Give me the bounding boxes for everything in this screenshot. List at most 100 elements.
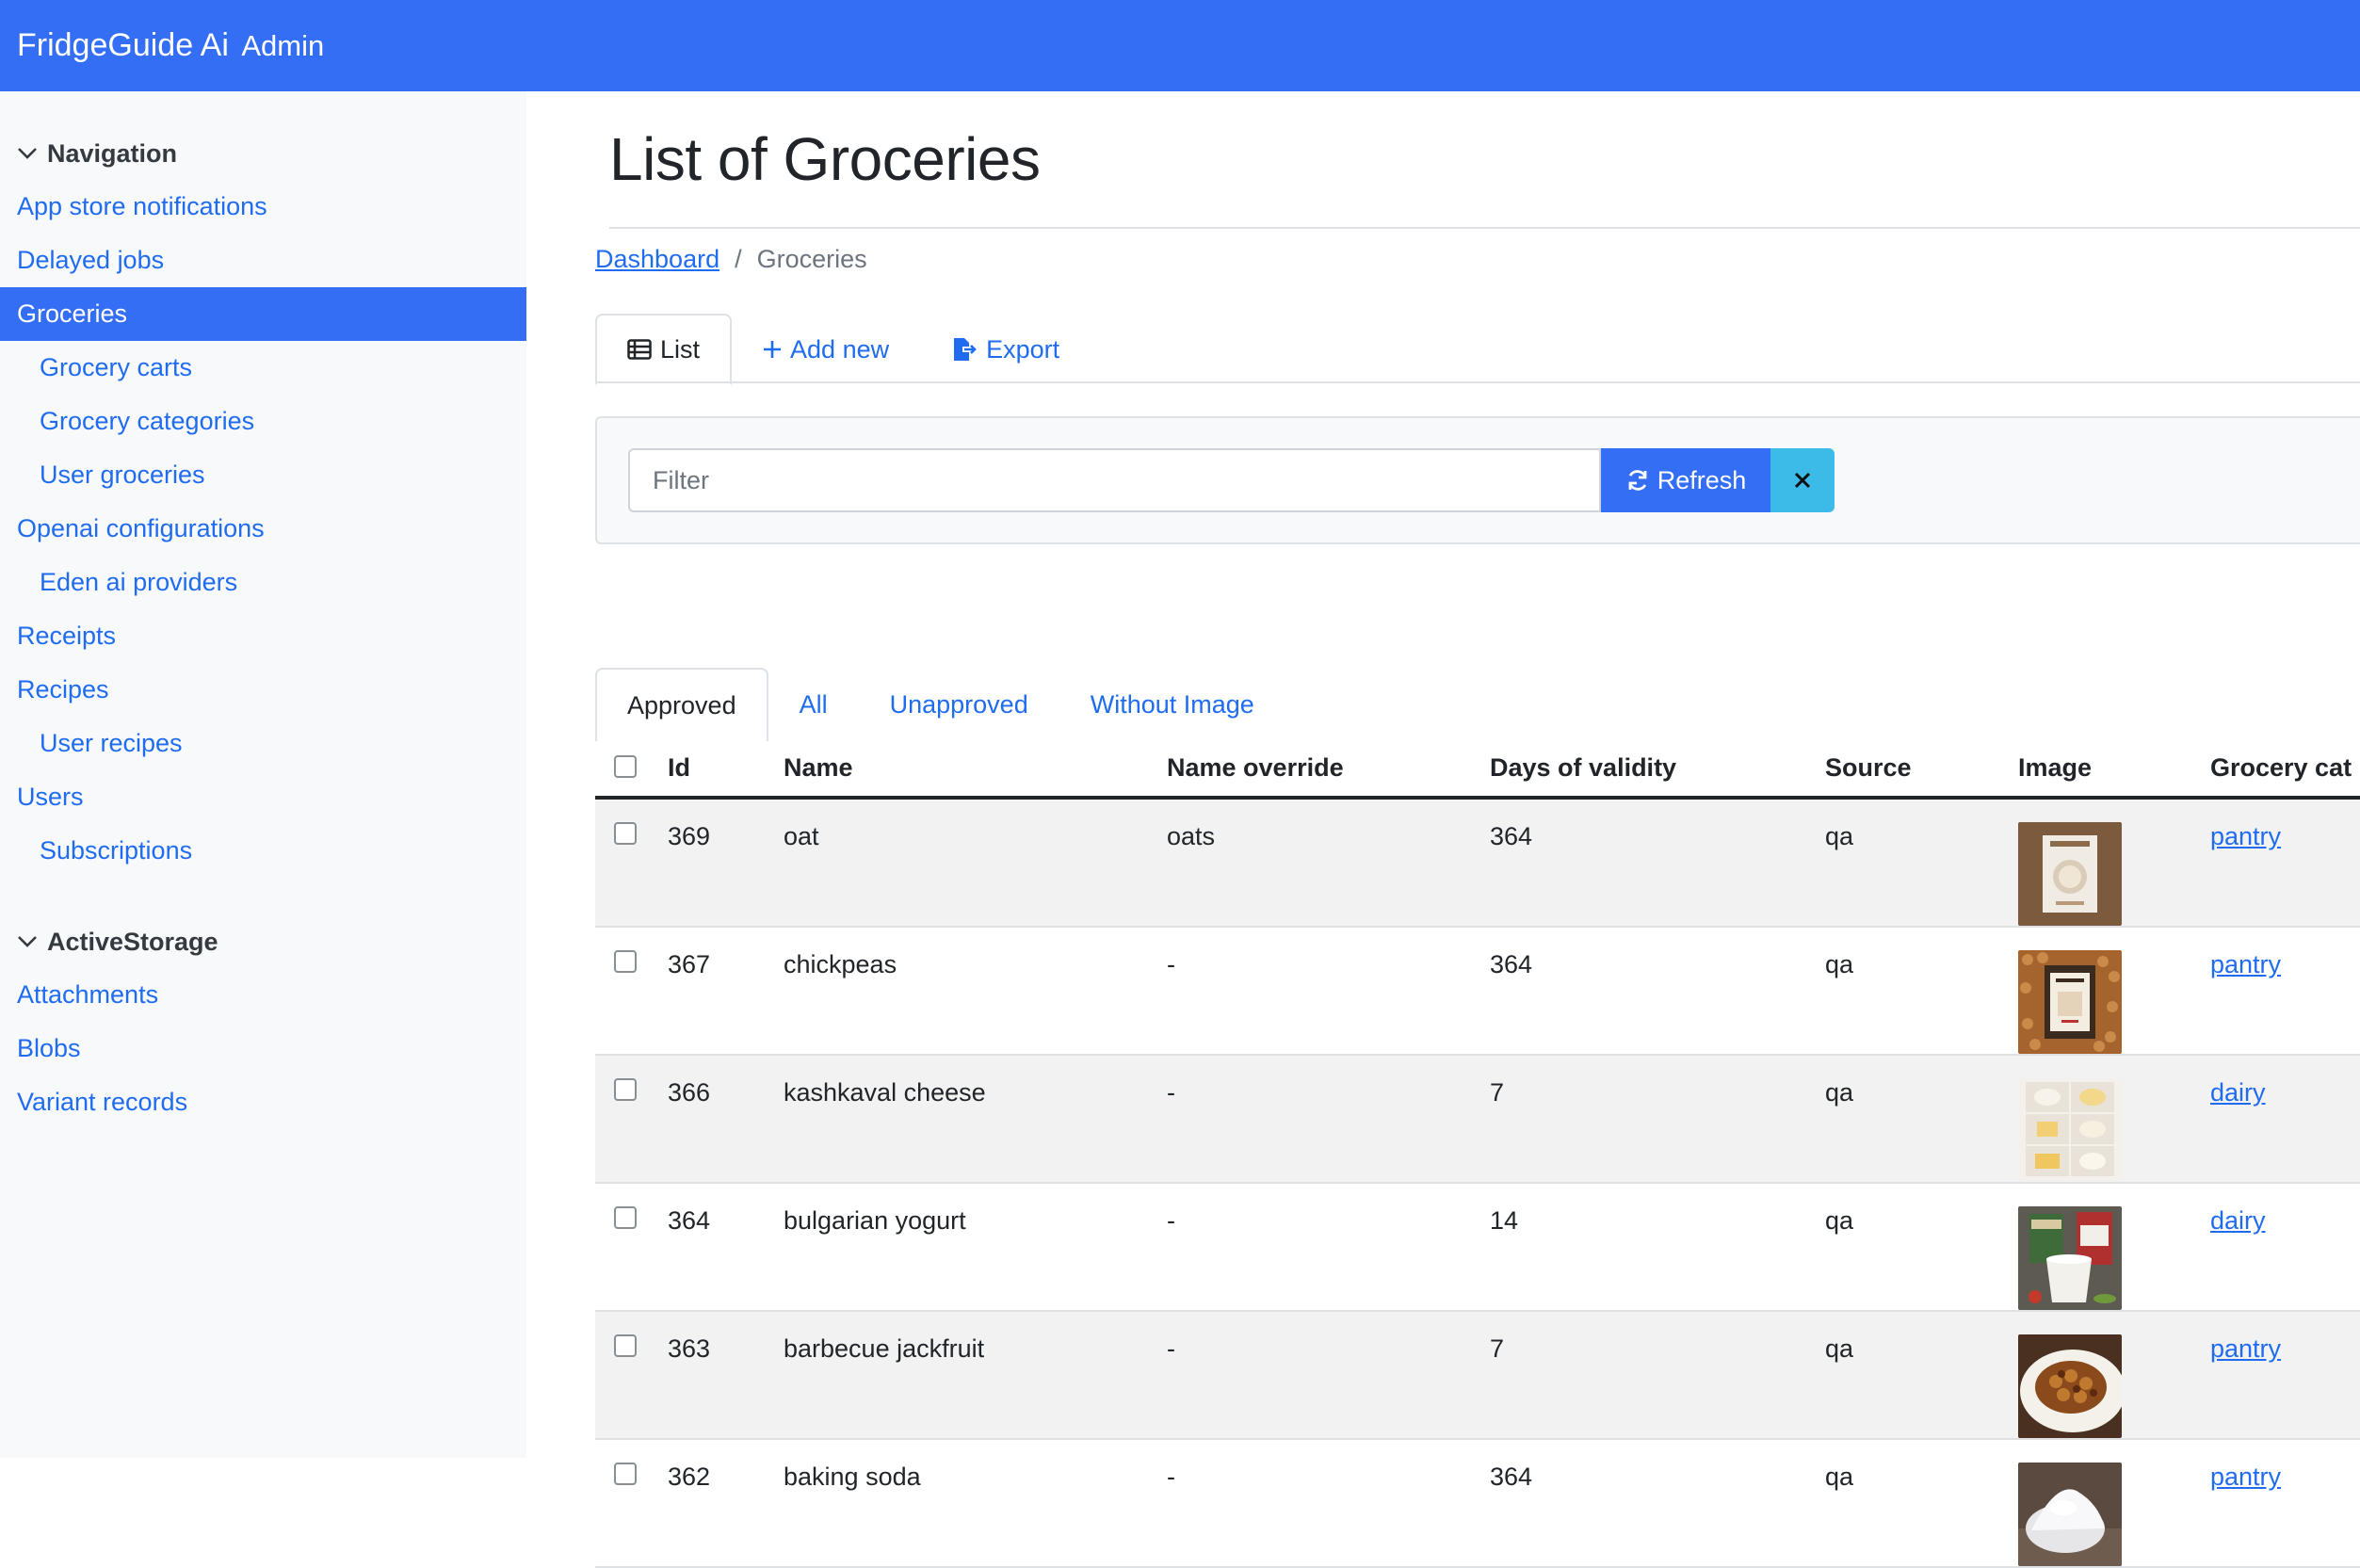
row-checkbox[interactable]	[614, 1463, 637, 1485]
yogurt-cups-thumbnail	[2018, 1206, 2122, 1310]
refresh-icon	[1628, 470, 1647, 491]
brand-link[interactable]: FridgeGuide Ai Admin	[17, 27, 324, 64]
category-link[interactable]: dairy	[2210, 1078, 2266, 1107]
cell-image	[2018, 1183, 2210, 1312]
clear-filter-button[interactable]	[1770, 448, 1835, 512]
category-link[interactable]: pantry	[2210, 1334, 2281, 1363]
table-row: 363 barbecue jackfruit - 7 qa pantry	[595, 1311, 2360, 1440]
cell-days: 364	[1490, 798, 1825, 928]
sidebar-item-variant-records[interactable]: Variant records	[0, 1075, 526, 1129]
tab-add-new[interactable]: Add new	[732, 314, 920, 385]
cell-category: pantry	[2210, 798, 2360, 928]
file-export-icon	[954, 338, 977, 361]
chevron-down-icon	[18, 148, 37, 159]
cell-name: oat	[784, 798, 1167, 928]
section-toggle-navigation[interactable]: Navigation	[0, 127, 526, 180]
sidebar-item-users[interactable]: Users	[0, 770, 526, 824]
cell-name: kashkaval cheese	[784, 1055, 1167, 1184]
cell-source: qa	[1825, 1311, 2018, 1440]
sidebar-section-activestorage: ActiveStorage Attachments Blobs Variant …	[0, 915, 526, 1129]
cell-category: pantry	[2210, 927, 2360, 1056]
row-checkbox[interactable]	[614, 1334, 637, 1357]
column-header-name[interactable]: Name	[784, 739, 1167, 800]
cell-image	[2018, 1311, 2210, 1440]
column-header-grocery-category[interactable]: Grocery cat	[2210, 739, 2360, 800]
table-header-row: Id Name Name override Days of validity S…	[595, 739, 2360, 800]
sidebar-item-subscriptions[interactable]: Subscriptions	[0, 824, 526, 878]
scope-tabs: Approved All Unapproved Without Image	[595, 668, 2360, 741]
filter-input[interactable]	[628, 448, 1601, 512]
tab-unapproved[interactable]: Unapproved	[859, 668, 1059, 741]
sidebar-item-user-groceries[interactable]: User groceries	[0, 448, 526, 502]
tab-export[interactable]: Export	[920, 314, 1091, 385]
cell-name-override: -	[1167, 1183, 1490, 1312]
table-row: 367 chickpeas - 364 qa pantry	[595, 927, 2360, 1056]
cell-name: chickpeas	[784, 927, 1167, 1056]
table-row: 362 baking soda - 364 qa pantry	[595, 1439, 2360, 1568]
cell-category: dairy	[2210, 1055, 2360, 1184]
main-content: List of Groceries Dashboard / Groceries …	[595, 91, 2360, 1568]
select-all-checkbox[interactable]	[614, 754, 637, 778]
cell-days: 364	[1490, 927, 1825, 1056]
sidebar-item-recipes[interactable]: Recipes	[0, 663, 526, 717]
cell-source: qa	[1825, 1183, 2018, 1312]
sidebar-item-blobs[interactable]: Blobs	[0, 1022, 526, 1075]
chickpeas-package-thumbnail	[2018, 950, 2122, 1054]
sidebar-item-attachments[interactable]: Attachments	[0, 968, 526, 1022]
page-title: List of Groceries	[609, 125, 1041, 193]
table-row: 366 kashkaval cheese - 7 qa dairy	[595, 1055, 2360, 1184]
cell-source: qa	[1825, 798, 2018, 928]
section-title: Navigation	[47, 138, 178, 168]
category-link[interactable]: pantry	[2210, 1463, 2281, 1491]
sidebar-item-groceries[interactable]: Groceries	[0, 287, 526, 341]
row-checkbox[interactable]	[614, 1078, 637, 1101]
cell-source: qa	[1825, 927, 2018, 1056]
baking-soda-thumbnail	[2018, 1463, 2122, 1566]
cell-id: 363	[668, 1311, 784, 1440]
select-all-cell	[595, 739, 668, 800]
top-navbar: FridgeGuide Ai Admin	[0, 0, 2360, 91]
plus-icon	[764, 341, 782, 358]
sidebar-item-delayed-jobs[interactable]: Delayed jobs	[0, 234, 526, 287]
breadcrumb: Dashboard / Groceries	[595, 245, 867, 274]
tab-approved[interactable]: Approved	[595, 668, 768, 741]
tab-without-image[interactable]: Without Image	[1059, 668, 1285, 741]
row-checkbox[interactable]	[614, 950, 637, 973]
sidebar-item-app-store-notifications[interactable]: App store notifications	[0, 180, 526, 234]
groceries-table: Id Name Name override Days of validity S…	[595, 739, 2360, 1568]
sidebar-section-navigation: Navigation App store notifications Delay…	[0, 127, 526, 878]
oats-package-thumbnail	[2018, 822, 2122, 926]
breadcrumb-dashboard-link[interactable]: Dashboard	[595, 245, 719, 274]
cell-days: 7	[1490, 1311, 1825, 1440]
row-checkbox[interactable]	[614, 822, 637, 845]
sidebar-item-receipts[interactable]: Receipts	[0, 609, 526, 663]
sidebar-item-grocery-categories[interactable]: Grocery categories	[0, 395, 526, 448]
sidebar-item-user-recipes[interactable]: User recipes	[0, 717, 526, 770]
category-link[interactable]: pantry	[2210, 950, 2281, 978]
table-list-icon	[627, 339, 652, 360]
section-title: ActiveStorage	[47, 927, 218, 956]
column-header-id[interactable]: Id	[668, 739, 784, 800]
row-checkbox[interactable]	[614, 1206, 637, 1229]
column-header-days-of-validity[interactable]: Days of validity	[1490, 739, 1825, 800]
cell-image	[2018, 927, 2210, 1056]
cell-image	[2018, 1055, 2210, 1184]
tab-list[interactable]: List	[595, 314, 733, 385]
column-header-name-override[interactable]: Name override	[1167, 739, 1490, 800]
cheese-grid-thumbnail	[2018, 1078, 2122, 1182]
cell-id: 366	[668, 1055, 784, 1184]
sidebar-item-openai-configurations[interactable]: Openai configurations	[0, 502, 526, 556]
sidebar-item-grocery-carts[interactable]: Grocery carts	[0, 341, 526, 395]
cell-days: 14	[1490, 1183, 1825, 1312]
breadcrumb-separator: /	[735, 245, 742, 273]
tab-all[interactable]: All	[768, 668, 859, 741]
refresh-button[interactable]: Refresh	[1601, 448, 1770, 512]
cell-source: qa	[1825, 1055, 2018, 1184]
column-header-source[interactable]: Source	[1825, 739, 2018, 800]
sidebar-item-eden-ai-providers[interactable]: Eden ai providers	[0, 556, 526, 609]
cell-name-override: -	[1167, 1055, 1490, 1184]
refresh-button-label: Refresh	[1657, 465, 1747, 494]
category-link[interactable]: dairy	[2210, 1206, 2266, 1235]
category-link[interactable]: pantry	[2210, 822, 2281, 850]
section-toggle-activestorage[interactable]: ActiveStorage	[0, 915, 526, 968]
